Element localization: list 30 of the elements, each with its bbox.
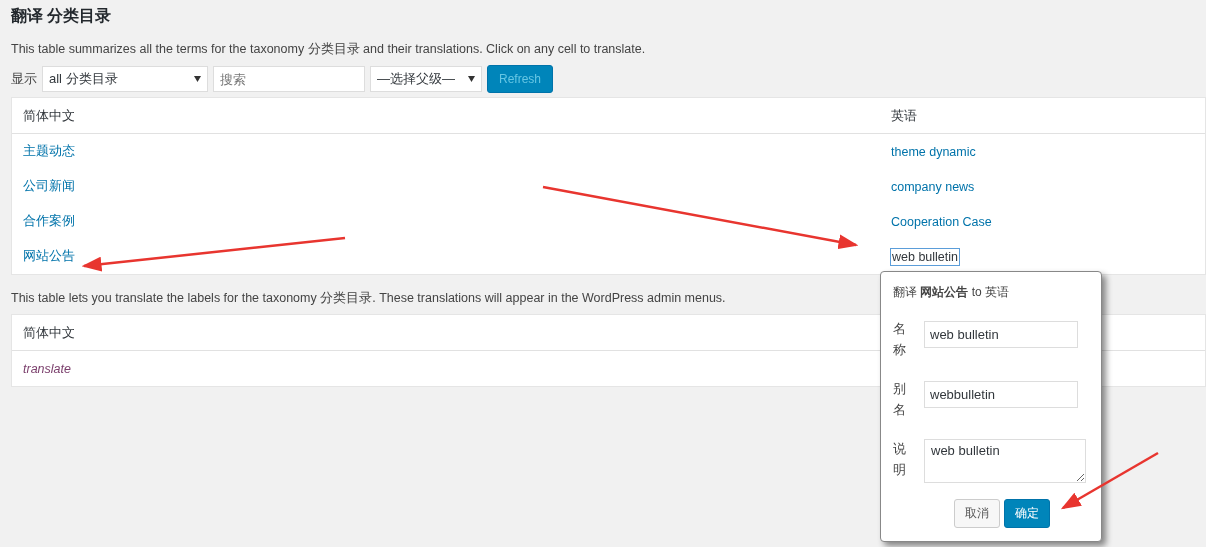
table-description: This table summarizes all the terms for the taxonomy 分类目录 and their translations. Click on any cell to translate.	[11, 41, 647, 58]
popup-title: 翻译 网站公告 to 英语	[893, 284, 1011, 301]
translation-link[interactable]: Cooperation Case	[891, 214, 992, 229]
translation-link[interactable]: theme dynamic	[891, 144, 976, 159]
dropdown-caret-icon	[194, 76, 201, 82]
term-link[interactable]: 主题动态	[23, 144, 75, 158]
labels-description: This table lets you translate the labels for the taxonomy 分类目录. These translations will appear in the WordPress admin menus.	[11, 290, 726, 307]
show-label: 显示	[11, 70, 37, 88]
parent-select[interactable]: —选择父级—	[370, 66, 482, 92]
dropdown-caret-icon	[468, 76, 475, 82]
translation-link[interactable]: company news	[891, 179, 975, 194]
column-header: 简体中文	[23, 107, 75, 123]
cancel-button[interactable]: 取消	[954, 499, 1000, 528]
taxonomy-select[interactable]: all 分类目录	[42, 66, 208, 92]
column-header: 简体中文	[23, 324, 75, 340]
term-link[interactable]: 公司新闻	[23, 179, 75, 193]
field-label: 名称	[893, 320, 906, 359]
term-link[interactable]: 合作案例	[23, 214, 75, 228]
translation-link[interactable]: web bulletin	[891, 248, 959, 265]
search-field[interactable]: 搜索	[213, 66, 365, 92]
page-title: 翻译 分类目录	[10, 6, 113, 26]
term-link[interactable]: 网站公告	[23, 249, 75, 263]
text-field[interactable]: web bulletin	[924, 321, 1078, 348]
field-label: 说明	[893, 440, 906, 479]
description-field[interactable]: web bulletin	[924, 439, 1086, 483]
translate-link[interactable]: translate	[23, 361, 71, 376]
column-header: 英语	[891, 107, 917, 123]
confirm-button[interactable]: 确定	[1004, 499, 1050, 528]
field-label: 别名	[893, 380, 906, 419]
text-field[interactable]: webbulletin	[924, 381, 1078, 408]
